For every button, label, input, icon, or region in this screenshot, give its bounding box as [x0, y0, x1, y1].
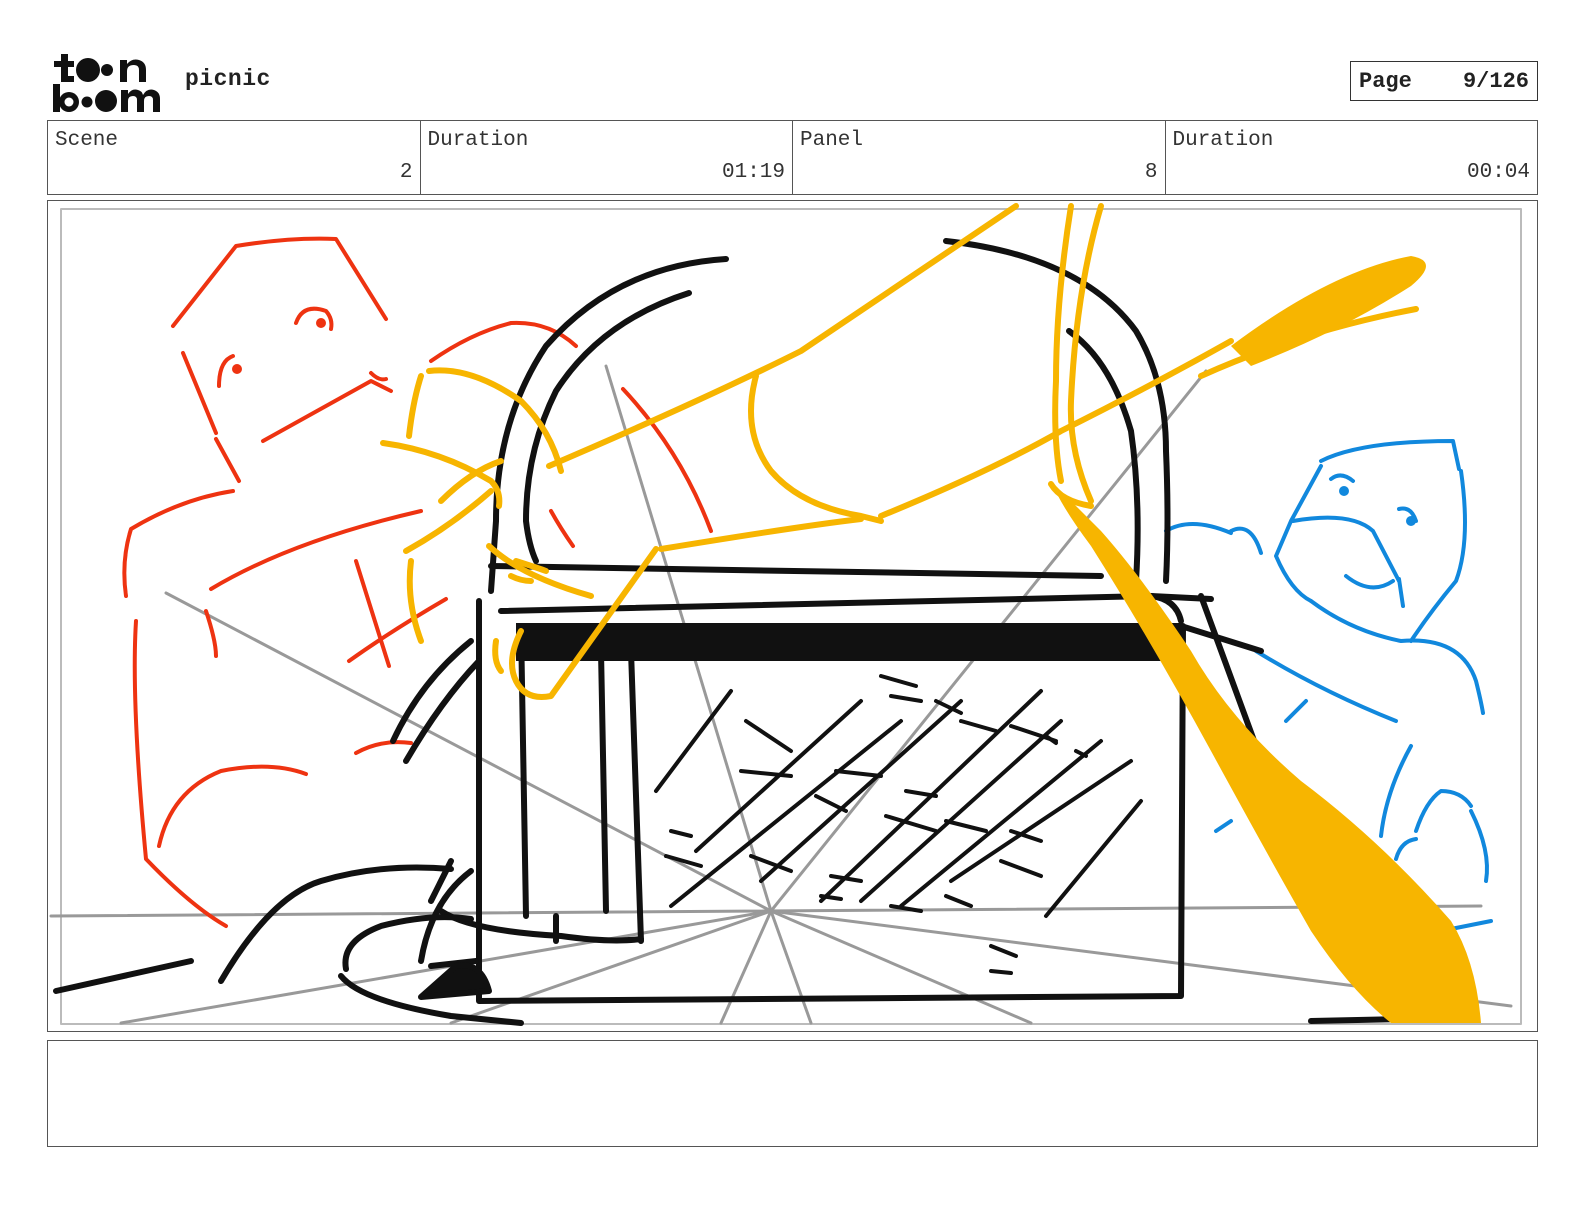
scene-cell: Scene 2 — [48, 121, 421, 194]
storyboard-panel — [47, 200, 1538, 1032]
scene-duration-label: Duration — [427, 129, 529, 152]
scene-duration-cell: Duration 01:19 — [421, 121, 793, 194]
page-indicator: Page 9/126 — [1350, 61, 1538, 101]
panel-duration-label: Duration — [1172, 129, 1274, 152]
scene-label: Scene — [55, 129, 119, 152]
storyboard-sketch — [49, 203, 1522, 1026]
page-number: 9/126 — [1462, 68, 1529, 94]
panel-info-row: Scene 2 Duration 01:19 Panel 8 Duration … — [47, 120, 1538, 195]
toonboom-logo — [53, 54, 160, 112]
project-title: picnic — [185, 66, 271, 92]
scene-value: 2 — [399, 161, 413, 184]
panel-cell: Panel 8 — [793, 121, 1166, 194]
panel-duration-cell: Duration 00:04 — [1166, 121, 1538, 194]
basket-lid-band — [516, 623, 1181, 661]
character-red-sketch — [122, 236, 713, 928]
perspective-guides — [49, 364, 1513, 1025]
panel-duration-value: 00:04 — [1466, 161, 1530, 184]
panel-label: Panel — [800, 129, 864, 152]
panel-notes-box[interactable] — [47, 1040, 1538, 1147]
yellow-blob-bottom — [1051, 481, 1481, 1023]
panel-value: 8 — [1144, 161, 1158, 184]
page-label: Page — [1359, 68, 1412, 94]
scene-duration-value: 01:19 — [721, 161, 785, 184]
